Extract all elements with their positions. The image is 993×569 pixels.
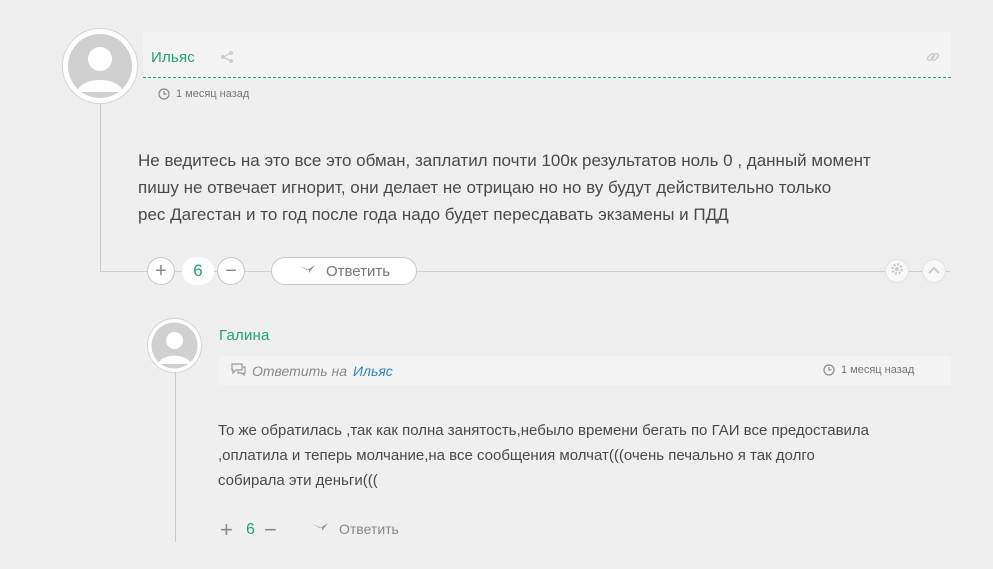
reply-text-line: То же обратилась ,так как полна занятост… bbox=[218, 422, 870, 439]
comment-text-line: Не ведитесь на это все это обман, заплат… bbox=[138, 151, 871, 170]
comment-time: 1 месяц назад bbox=[158, 88, 249, 100]
comment-author[interactable]: Ильяс bbox=[151, 49, 195, 66]
reply-text-line: собирала эти деньги((( bbox=[218, 472, 378, 489]
reply-upvote-button[interactable]: + bbox=[220, 519, 233, 541]
comment-icon bbox=[230, 362, 246, 379]
reply-time-text: 1 месяц назад bbox=[841, 364, 915, 376]
reply-button-label: Ответить bbox=[325, 262, 391, 280]
reply-avatar bbox=[147, 318, 202, 373]
reply-to-link[interactable]: Ильяс bbox=[353, 363, 393, 379]
share-icon[interactable] bbox=[220, 50, 234, 69]
comment-text-line: рес Дагестан и то год после года надо бу… bbox=[138, 205, 729, 224]
clock-icon bbox=[823, 364, 835, 376]
reply-button[interactable]: Ответить bbox=[271, 257, 417, 285]
comment-text-line: пишу не отвечает игнорит, они делает не … bbox=[138, 178, 832, 197]
comment-header bbox=[143, 32, 951, 78]
link-icon[interactable] bbox=[926, 50, 940, 69]
gear-icon bbox=[890, 262, 904, 281]
chevron-up-icon bbox=[928, 262, 940, 280]
reply-text: То же обратилась ,так как полна занятост… bbox=[218, 418, 968, 493]
vote-score: 6 bbox=[182, 257, 214, 285]
clock-icon bbox=[158, 88, 170, 100]
reply-reply-button[interactable]: Ответить bbox=[311, 521, 399, 537]
reply-time: 1 месяц назад bbox=[823, 364, 914, 376]
reply-to-line: Ответить на Ильяс bbox=[230, 362, 393, 379]
reply-arrow-icon bbox=[311, 521, 329, 537]
settings-button[interactable] bbox=[885, 259, 909, 283]
reply-downvote-button[interactable]: − bbox=[264, 519, 277, 541]
thread-line-reply bbox=[175, 370, 176, 542]
comment-text: Не ведитесь на это все это обман, заплат… bbox=[138, 147, 968, 228]
header-divider bbox=[143, 77, 951, 78]
comment-time-text: 1 месяц назад bbox=[176, 88, 250, 100]
reply-author[interactable]: Галина bbox=[219, 327, 270, 344]
reply-text-line: ,оплатила и теперь молчание,на все сообщ… bbox=[218, 447, 815, 464]
avatar bbox=[62, 28, 138, 104]
reply-reply-label: Ответить bbox=[339, 521, 399, 537]
reply-arrow-icon bbox=[298, 263, 316, 280]
reply-vote-score: 6 bbox=[246, 521, 255, 538]
upvote-button[interactable]: + bbox=[147, 257, 175, 285]
reply-to-prefix: Ответить на bbox=[252, 362, 348, 379]
thread-line-main bbox=[100, 100, 101, 272]
collapse-button[interactable] bbox=[922, 259, 946, 283]
downvote-button[interactable]: − bbox=[217, 257, 245, 285]
